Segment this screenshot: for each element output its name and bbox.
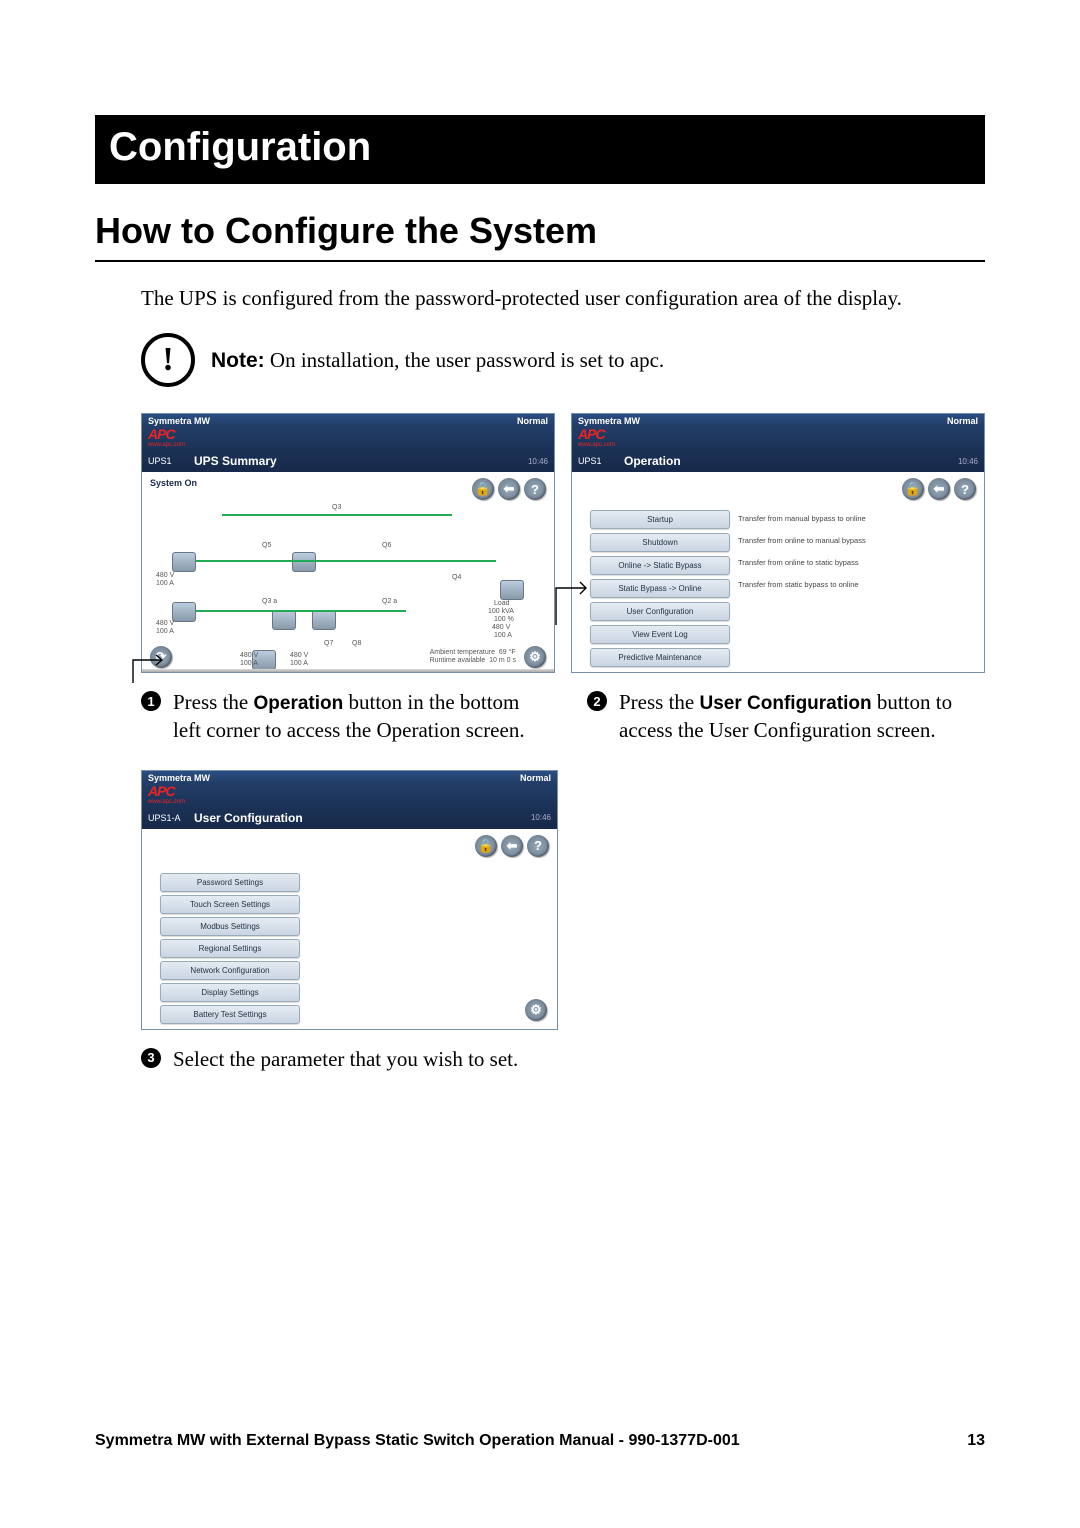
screenshot-ups-summary: Symmetra MW Normal APC www.apc.com UPS1 … bbox=[141, 413, 555, 673]
op-btn-online-to-sbp[interactable]: Online -> Static Bypass bbox=[590, 556, 730, 575]
uc-btn-password-settings[interactable]: Password Settings bbox=[160, 873, 300, 892]
product-name: Symmetra MW bbox=[148, 416, 210, 426]
op-btn-view-event-log[interactable]: View Event Log bbox=[590, 625, 730, 644]
load-label: Load bbox=[494, 600, 510, 607]
status-label: Normal bbox=[517, 416, 548, 426]
q3a-label: Q3 a bbox=[262, 598, 277, 605]
clock: 10:46 bbox=[958, 457, 978, 466]
load-pct: 100 % bbox=[494, 616, 514, 623]
section-banner: Configuration bbox=[95, 115, 985, 184]
status-label: Normal bbox=[947, 416, 978, 426]
ups-id: UPS1 bbox=[148, 456, 194, 466]
brand-url: www.apc.com bbox=[578, 442, 615, 448]
lock-icon[interactable]: 🔒 bbox=[902, 478, 924, 500]
op-btn-startup[interactable]: Startup bbox=[590, 510, 730, 529]
note-text: On installation, the user password is se… bbox=[270, 348, 664, 372]
gear-icon[interactable]: ⚙ bbox=[524, 646, 546, 668]
uc-btn-network-configuration[interactable]: Network Configuration bbox=[160, 961, 300, 980]
op-desc-online-sbp: Transfer from online to static bypass bbox=[738, 558, 859, 567]
step-3: 3 Select the parameter that you wish to … bbox=[141, 1046, 541, 1073]
screenshot-operation: Symmetra MW Normal APC www.apc.com UPS1 … bbox=[571, 413, 985, 673]
ambient-label: Ambient temperature bbox=[430, 649, 495, 656]
op-btn-user-configuration[interactable]: User Configuration bbox=[590, 602, 730, 621]
step-1-b: Operation bbox=[254, 693, 344, 714]
lock-icon[interactable]: 🔒 bbox=[475, 835, 497, 857]
page-title: How to Configure the System bbox=[95, 184, 985, 262]
reading-480v-b: 480 V bbox=[156, 620, 174, 627]
step-number-icon: 2 bbox=[587, 691, 607, 711]
footer-title: Symmetra MW with External Bypass Static … bbox=[95, 1432, 740, 1450]
uc-btn-display-settings[interactable]: Display Settings bbox=[160, 983, 300, 1002]
brand-logo: APC bbox=[578, 426, 615, 442]
step-2-b: User Configuration bbox=[700, 693, 872, 714]
reading-480v-a: 480 V bbox=[156, 572, 174, 579]
reading-100a-b: 100 A bbox=[156, 628, 174, 635]
lock-icon[interactable]: 🔒 bbox=[472, 478, 494, 500]
screenshot-user-configuration: Symmetra MW Normal APC www.apc.com UPS1-… bbox=[141, 770, 558, 1030]
brand-url: www.apc.com bbox=[148, 799, 185, 805]
q6-label: Q6 bbox=[382, 542, 391, 549]
step-number-icon: 3 bbox=[141, 1048, 161, 1068]
op-btn-shutdown[interactable]: Shutdown bbox=[590, 533, 730, 552]
step-2-a: Press the bbox=[619, 690, 700, 714]
op-desc-startup: Transfer from manual bypass to online bbox=[738, 514, 866, 523]
op-desc-shutdown: Transfer from online to manual bypass bbox=[738, 536, 866, 545]
ambient-value: 69 °F bbox=[499, 649, 516, 656]
mimic-diagram: Q3 Q5 Q6 Q4 480 V 100 A Q3 a bbox=[152, 502, 544, 646]
screen-title: User Configuration bbox=[194, 811, 303, 825]
gear-icon[interactable]: ⚙ bbox=[525, 999, 547, 1021]
back-icon[interactable]: ⬅ bbox=[501, 835, 523, 857]
page-number: 13 bbox=[967, 1432, 985, 1450]
uc-btn-regional-settings[interactable]: Regional Settings bbox=[160, 939, 300, 958]
load-kva: 100 kVA bbox=[488, 608, 514, 615]
step-number-icon: 1 bbox=[141, 691, 161, 711]
q3-label: Q3 bbox=[332, 504, 341, 511]
note-label: Note: bbox=[211, 349, 265, 372]
load-v: 480 V bbox=[492, 624, 510, 631]
system-on-label: System On bbox=[150, 478, 197, 488]
brand-url: www.apc.com bbox=[148, 442, 185, 448]
q5-label: Q5 bbox=[262, 542, 271, 549]
runtime-label: Runtime available bbox=[430, 657, 486, 664]
q2a-label: Q2 a bbox=[382, 598, 397, 605]
reading-100a-a: 100 A bbox=[156, 580, 174, 587]
step-1-a: Press the bbox=[173, 690, 254, 714]
q4-label: Q4 bbox=[452, 574, 461, 581]
brand-logo: APC bbox=[148, 783, 185, 799]
ups-id: UPS1 bbox=[578, 456, 624, 466]
screen-title: Operation bbox=[624, 454, 681, 468]
help-icon[interactable]: ? bbox=[527, 835, 549, 857]
uc-btn-battery-test-settings[interactable]: Battery Test Settings bbox=[160, 1005, 300, 1024]
product-name: Symmetra MW bbox=[148, 773, 210, 783]
uc-btn-touch-screen-settings[interactable]: Touch Screen Settings bbox=[160, 895, 300, 914]
note-callout: ! Note: On installation, the user passwo… bbox=[141, 333, 985, 387]
ups-id: UPS1-A bbox=[148, 813, 194, 823]
step-3-text: Select the parameter that you wish to se… bbox=[173, 1046, 518, 1073]
uc-btn-modbus-settings[interactable]: Modbus Settings bbox=[160, 917, 300, 936]
back-icon[interactable]: ⬅ bbox=[928, 478, 950, 500]
operation-button[interactable]: ⟳ bbox=[150, 646, 172, 668]
note-icon: ! bbox=[141, 333, 195, 387]
op-btn-sbp-to-online[interactable]: Static Bypass -> Online bbox=[590, 579, 730, 598]
step-1: 1 Press the Operation button in the bott… bbox=[141, 689, 539, 744]
clock: 10:46 bbox=[528, 457, 548, 466]
screen-title: UPS Summary bbox=[194, 454, 277, 468]
help-icon[interactable]: ? bbox=[954, 478, 976, 500]
clock: 10:46 bbox=[531, 813, 551, 822]
brand-logo: APC bbox=[148, 426, 185, 442]
intro-text: The UPS is configured from the password-… bbox=[141, 286, 985, 311]
product-name: Symmetra MW bbox=[578, 416, 640, 426]
runtime-value: 10 m 0 s bbox=[489, 657, 516, 664]
help-icon[interactable]: ? bbox=[524, 478, 546, 500]
op-btn-predictive-maint[interactable]: Predictive Maintenance bbox=[590, 648, 730, 667]
load-a: 100 A bbox=[494, 632, 512, 639]
op-desc-sbp-online: Transfer from static bypass to online bbox=[738, 580, 859, 589]
status-label: Normal bbox=[520, 773, 551, 783]
back-icon[interactable]: ⬅ bbox=[498, 478, 520, 500]
step-2: 2 Press the User Configuration button to… bbox=[587, 689, 985, 744]
